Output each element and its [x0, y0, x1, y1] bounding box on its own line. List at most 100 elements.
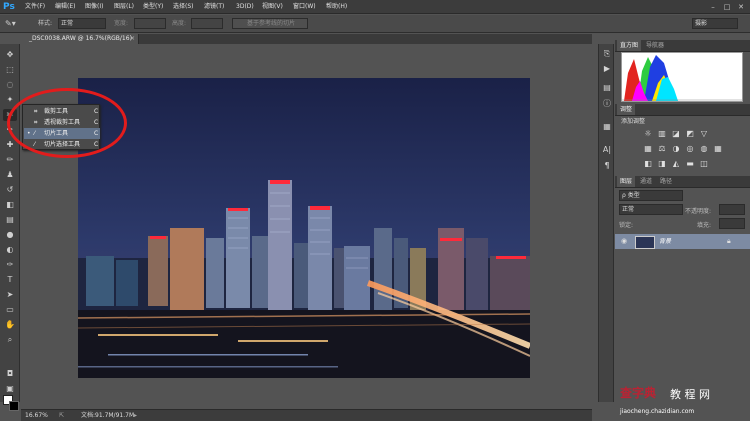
tab-channels[interactable]: 通道 — [637, 176, 655, 187]
city-night-photo[interactable] — [78, 78, 530, 378]
invert-icon[interactable]: ◧ — [643, 159, 653, 168]
channel-mixer-icon[interactable]: ◍ — [699, 144, 709, 153]
hand-tool-icon[interactable]: ✋ — [3, 319, 17, 331]
panel-icon-dock: ⎘ ▶ ▤ ⓘ ▦ A| ¶ — [598, 44, 614, 402]
blend-mode-select[interactable]: 正常 — [619, 204, 683, 215]
levels-adjust-icon[interactable]: ▥ — [657, 129, 667, 138]
document-tab-title: _DSC0038.ARW @ 16.7%(RGB/16) — [29, 35, 132, 42]
height-input[interactable] — [191, 18, 223, 29]
watermark-url: jiaocheng.chazidian.com — [620, 408, 695, 415]
paragraph-panel-icon[interactable]: ¶ — [601, 160, 613, 171]
info-icon[interactable]: ⓘ — [601, 98, 613, 109]
layer-name[interactable]: 背景 — [659, 234, 671, 249]
tools-panel: ✥ ⬚ ◌ ✦ ✂ ✒ ✚ ✏ ♟ ↺ ◧ ▤ ● ◐ ✑ T ➤ ▭ ✋ ⌕ … — [0, 44, 20, 411]
gradient-map-icon[interactable]: ▬ — [685, 159, 695, 168]
path-select-tool-icon[interactable]: ➤ — [3, 289, 17, 301]
maximize-icon[interactable]: □ — [721, 2, 733, 12]
status-export-icon[interactable]: ⇱ — [59, 410, 64, 421]
watermark-sub: 教 程 网 — [670, 388, 710, 401]
selective-color-icon[interactable]: ◫ — [699, 159, 709, 168]
exposure-adjust-icon[interactable]: ◩ — [685, 129, 695, 138]
tab-histogram[interactable]: 直方图 — [617, 40, 642, 51]
rectangle-tool-icon[interactable]: ▭ — [3, 304, 17, 316]
document-size: 文档:91.7M/91.7M — [81, 412, 135, 419]
color-balance-icon[interactable]: ⚖ — [657, 144, 667, 153]
brightness-adjust-icon[interactable]: ☼ — [643, 129, 653, 138]
menu-layer[interactable]: 图层(L) — [114, 2, 134, 12]
close-tab-icon[interactable]: × — [130, 34, 135, 44]
style-select[interactable]: 正常 — [58, 18, 106, 29]
fill-input[interactable] — [719, 218, 745, 229]
layer-kind-filter[interactable]: ρ 类型 — [619, 190, 683, 201]
eraser-tool-icon[interactable]: ◧ — [3, 199, 17, 211]
annotation-red-circle — [7, 88, 127, 158]
right-panels: 直方图 导航器 调整 添加调整 ☼ ▥ ◪ ◩ ▽ ▦ ⚖ ◑ ◎ ◍ ▦ ◧ … — [615, 34, 750, 421]
properties-panel-icon[interactable]: ▤ — [601, 82, 613, 93]
quick-mask-icon[interactable]: ◘ — [3, 368, 17, 380]
menu-help[interactable]: 帮助(H) — [326, 2, 347, 12]
curves-adjust-icon[interactable]: ◪ — [671, 129, 681, 138]
menu-window[interactable]: 窗口(W) — [293, 2, 316, 12]
status-menu-arrow-icon[interactable]: ▸ — [134, 410, 137, 421]
hue-saturation-icon[interactable]: ▦ — [643, 144, 653, 153]
posterize-icon[interactable]: ◨ — [657, 159, 667, 168]
slice-tool-icon[interactable]: ✎▾ — [5, 18, 16, 29]
brush-tool-icon[interactable]: ✏ — [3, 154, 17, 166]
actions-play-icon[interactable]: ▶ — [601, 63, 613, 74]
layer-row-background[interactable]: ◉ 背景 🔒︎ — [615, 234, 750, 249]
menu-bar: Ps 文件(F) 编辑(E) 图像(I) 图层(L) 类型(Y) 选择(S) 滤… — [0, 0, 750, 14]
width-label: 宽度: — [114, 20, 129, 27]
background-color-swatch[interactable] — [9, 401, 19, 411]
lasso-tool-icon[interactable]: ◌ — [3, 79, 17, 91]
clone-stamp-tool-icon[interactable]: ♟ — [3, 169, 17, 181]
width-input[interactable] — [134, 18, 166, 29]
watermark-brand: 查字典 — [620, 386, 657, 400]
slices-from-guides-button[interactable]: 基于参考线的切片 — [232, 18, 308, 29]
tab-adjustments[interactable]: 调整 — [617, 104, 636, 115]
pen-tool-icon[interactable]: ✑ — [3, 259, 17, 271]
menu-3d[interactable]: 3D(D) — [236, 2, 254, 12]
menu-image[interactable]: 图像(I) — [85, 2, 103, 12]
character-panel-icon[interactable]: A| — [601, 144, 613, 155]
vibrance-adjust-icon[interactable]: ▽ — [699, 129, 709, 138]
options-bar: ✎▾ 样式: 正常 宽度: 高度: 基于参考线的切片 摄影 — [0, 15, 750, 33]
black-white-icon[interactable]: ◑ — [671, 144, 681, 153]
menu-edit[interactable]: 编辑(E) — [55, 2, 75, 12]
history-panel-icon[interactable]: ⎘ — [601, 48, 613, 59]
type-tool-icon[interactable]: T — [3, 274, 17, 286]
move-tool-icon[interactable]: ✥ — [3, 49, 17, 61]
tab-layers[interactable]: 图层 — [617, 176, 636, 187]
layer-thumbnail — [635, 236, 655, 249]
marquee-tool-icon[interactable]: ⬚ — [3, 64, 17, 76]
dodge-tool-icon[interactable]: ◐ — [3, 244, 17, 256]
adjustments-title: 添加调整 — [621, 118, 646, 125]
menu-type[interactable]: 类型(Y) — [143, 2, 163, 12]
layer-comps-icon[interactable]: ▦ — [601, 121, 613, 132]
color-lookup-icon[interactable]: ▦ — [713, 144, 723, 153]
zoom-level[interactable]: 16.67% — [25, 410, 48, 421]
history-brush-tool-icon[interactable]: ↺ — [3, 184, 17, 196]
eye-visibility-icon[interactable]: ◉ — [621, 234, 627, 249]
photo-filter-icon[interactable]: ◎ — [685, 144, 695, 153]
opacity-input[interactable] — [719, 204, 745, 215]
menu-file[interactable]: 文件(F) — [25, 2, 45, 12]
tab-paths[interactable]: 路径 — [657, 176, 675, 187]
menu-filter[interactable]: 滤镜(T) — [204, 2, 224, 12]
threshold-icon[interactable]: ◭ — [671, 159, 681, 168]
opacity-label: 不透明度: — [685, 208, 712, 215]
menu-select[interactable]: 选择(S) — [173, 2, 194, 12]
gradient-tool-icon[interactable]: ▤ — [3, 214, 17, 226]
menu-view[interactable]: 视图(V) — [262, 2, 283, 12]
style-label: 样式: — [38, 20, 53, 27]
histogram-graph — [621, 52, 743, 102]
status-bar: 16.67% ⇱ 文档:91.7M/91.7M ▸ — [21, 409, 592, 421]
close-window-icon[interactable]: ✕ — [735, 2, 747, 12]
screen-mode-icon[interactable]: ▣ — [3, 383, 17, 395]
zoom-tool-icon[interactable]: ⌕ — [3, 334, 17, 346]
document-tab[interactable]: _DSC0038.ARW @ 16.7%(RGB/16) × — [21, 34, 139, 44]
tab-navigator[interactable]: 导航器 — [643, 40, 667, 51]
layers-tabs: 图层 通道 路径 — [615, 176, 750, 188]
workspace-select[interactable]: 摄影 — [692, 18, 738, 29]
minimize-icon[interactable]: – — [707, 2, 719, 12]
blur-tool-icon[interactable]: ● — [3, 229, 17, 241]
